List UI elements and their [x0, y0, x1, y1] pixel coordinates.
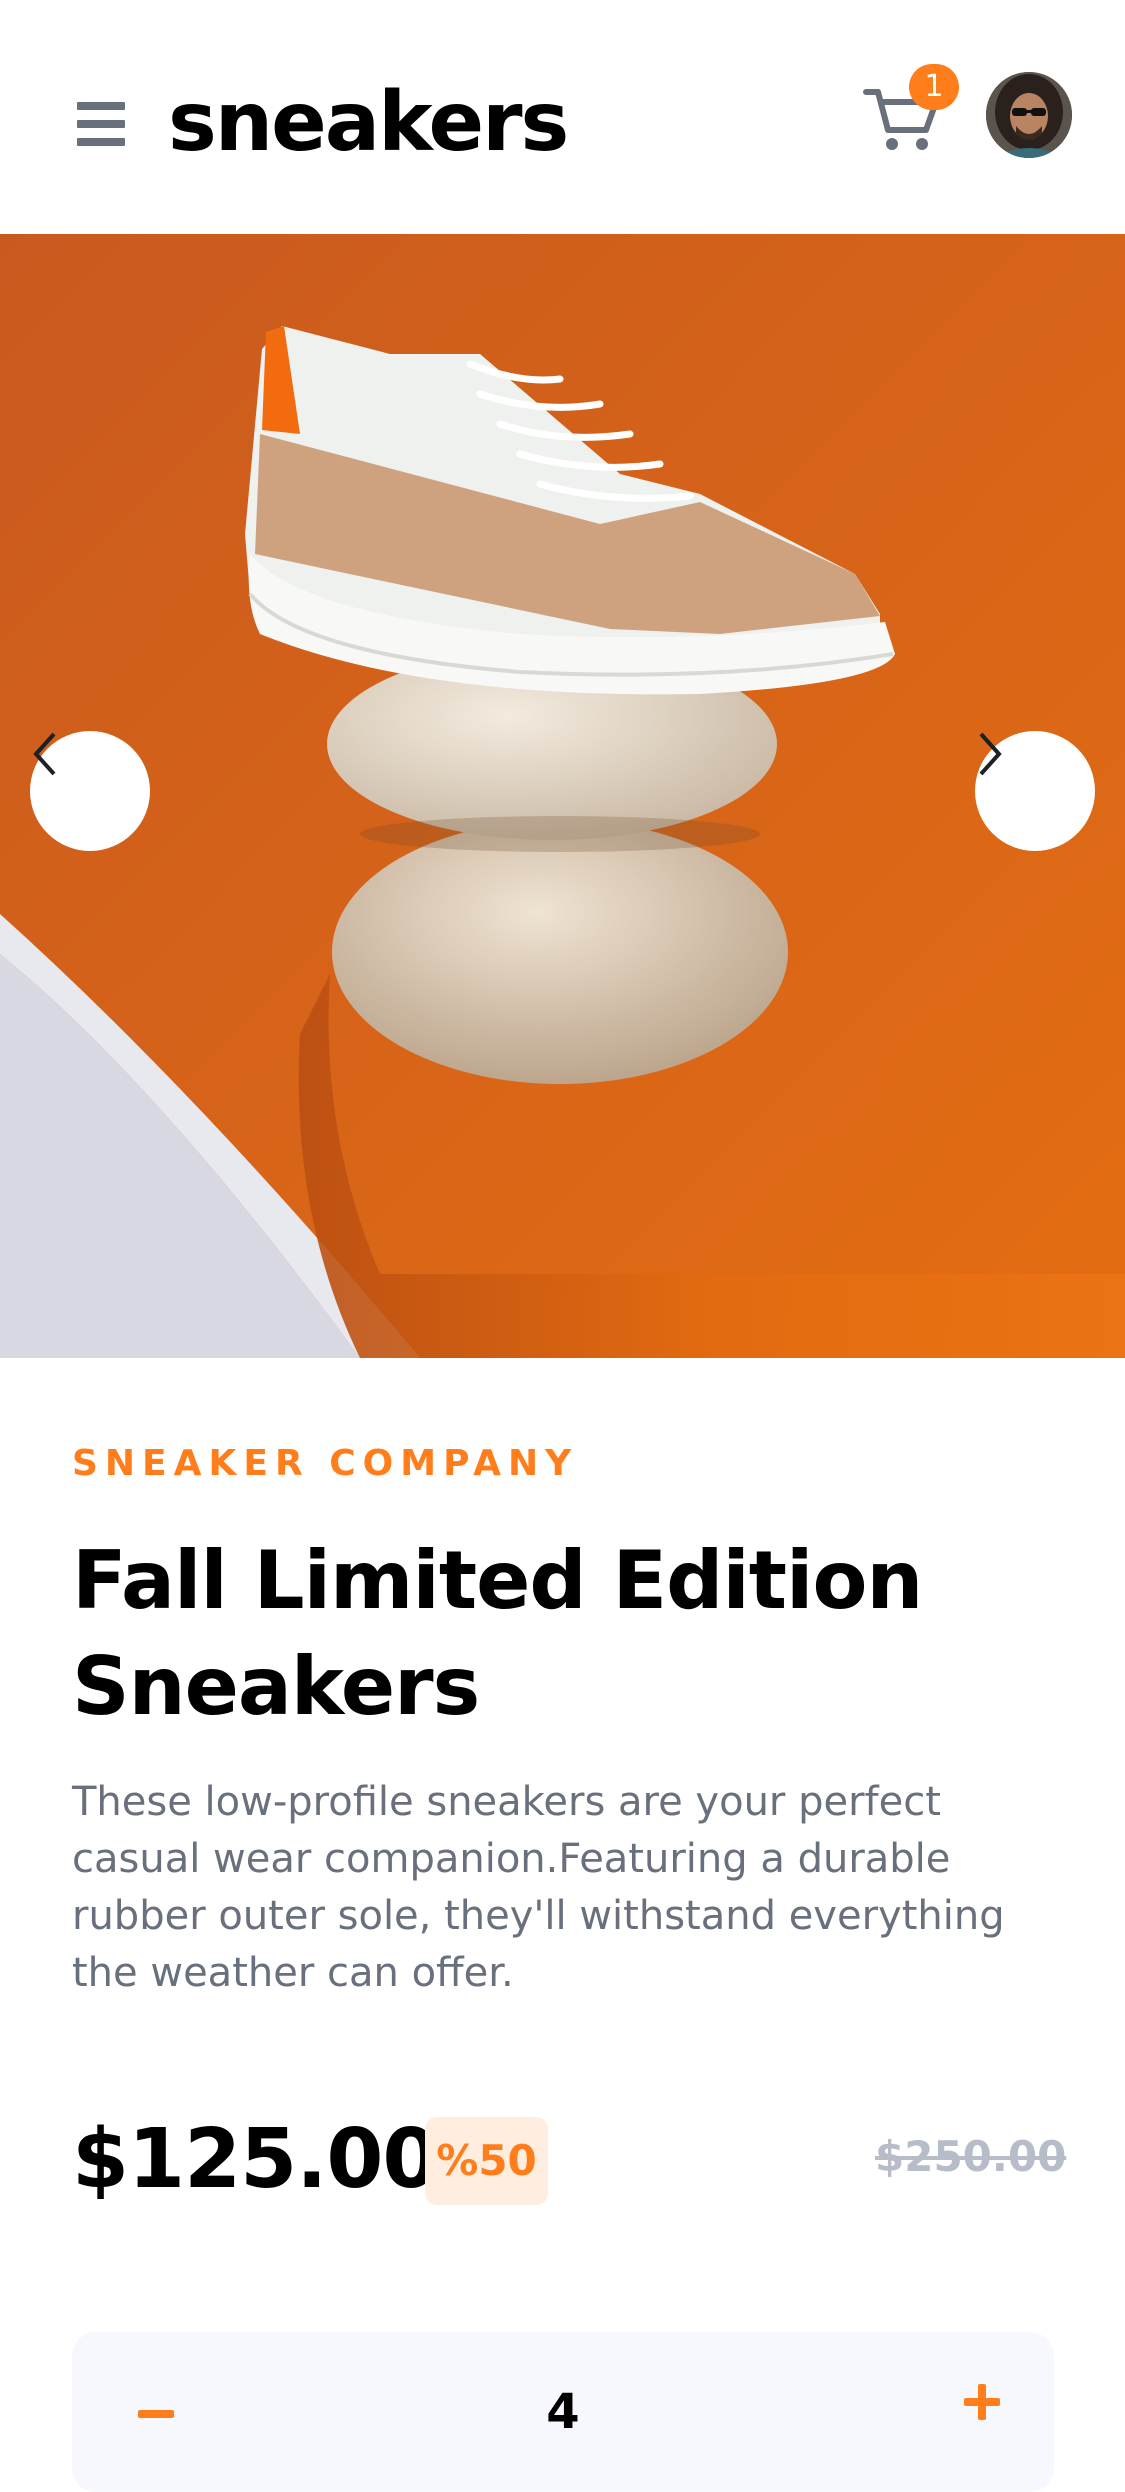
chevron-right-icon	[979, 732, 1002, 776]
minus-icon	[138, 2410, 174, 2418]
quantity-stepper: 4	[72, 2332, 1054, 2492]
hamburger-menu-icon[interactable]	[77, 102, 125, 146]
increase-quantity-button[interactable]	[952, 2372, 1012, 2432]
app-header: sneakers 1	[0, 0, 1125, 234]
product-hero-image	[0, 234, 1125, 1358]
original-price: $250.00	[875, 2132, 1067, 2181]
quantity-value: 4	[546, 2384, 580, 2440]
current-price: $125.00	[72, 2112, 439, 2207]
chevron-left-icon	[33, 732, 56, 776]
discount-badge: %50	[425, 2117, 548, 2205]
product-description: These low-profile sneakers are your perf…	[72, 1779, 1005, 1996]
brand-logo[interactable]: sneakers	[168, 68, 569, 178]
sneaker-photo	[0, 234, 1125, 1358]
previous-image-button[interactable]	[30, 731, 150, 851]
user-avatar[interactable]	[986, 72, 1072, 158]
brand-name: SNEAKER COMPANY	[72, 1443, 579, 1484]
cart-count-badge: 1	[909, 64, 959, 110]
product-title: Fall Limited Edition Sneakers	[72, 1534, 923, 1733]
decrease-quantity-button[interactable]	[126, 2384, 186, 2444]
next-image-button[interactable]	[975, 731, 1095, 851]
